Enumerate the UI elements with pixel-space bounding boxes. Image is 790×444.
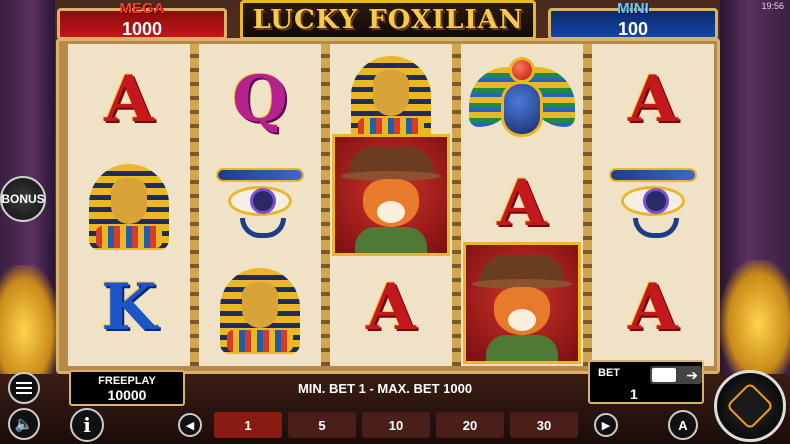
eye-of-horus-icon [210,164,310,244]
mega-jackpot: MEGA 1000 [57,1,227,40]
symbol-fox-wild [332,134,450,256]
symbol-a-glyph: A [497,166,547,241]
spin-button[interactable] [714,370,786,442]
gold-pile-right [720,260,790,375]
bet-label: BET [598,367,620,379]
autoplay-icon[interactable]: A [668,410,698,440]
eye-of-horus-icon [603,164,703,244]
reel-separator [452,44,461,366]
bonus-button[interactable]: BONUS [0,176,46,222]
game-logo: LUCKY FOXILIAN [240,0,536,40]
status-clock: 19:56 [761,1,784,11]
coin-option[interactable]: 5 [288,412,356,438]
reel-separator [583,44,592,366]
symbol-pharaoh [330,44,452,148]
mini-jackpot-value: 100 [617,19,649,39]
symbol-q: Q [199,48,321,152]
scarab-icon [467,55,577,145]
coin-option[interactable]: 10 [362,412,430,438]
toggle-knob [652,368,676,382]
pharaoh-icon [346,48,436,144]
bet-limits-text: MIN. BET 1 - MAX. BET 1000 [297,381,473,396]
fox-icon [341,143,441,253]
mega-jackpot-value: 1000 [121,19,163,39]
bet-panel: BET ➔ 1 [588,360,704,404]
symbol-eye-of-horus [199,152,321,256]
bet-toggle[interactable]: ➔ [650,366,702,384]
symbol-eye-of-horus [592,152,714,256]
bet-value: 1 [630,386,638,402]
info-icon[interactable]: i [70,408,104,442]
freeplay-display: FREEPLAY 10000 [69,370,185,406]
symbol-pharaoh [68,152,190,256]
fox-icon [472,251,572,361]
reel-separator [321,44,330,366]
symbol-pharaoh [199,256,321,360]
mini-jackpot-label: MINI [617,0,649,17]
coin-option[interactable]: 30 [510,412,578,438]
coin-selector: ◀ 1 5 10 20 30 ▶ [178,410,626,440]
pharaoh-icon [215,260,305,356]
symbol-a: A [68,48,190,152]
symbol-fox-wild [463,242,581,364]
coin-option[interactable]: 20 [436,412,504,438]
game-logo-text: LUCKY FOXILIAN [252,5,524,35]
symbol-a-glyph: A [104,62,154,137]
coin-option[interactable]: 1 [214,412,282,438]
symbol-k-glyph: K [101,270,157,345]
chevron-left-icon[interactable]: ◀ [178,413,202,437]
speaker-icon[interactable]: 🔈 [8,408,40,440]
mega-jackpot-label: MEGA [119,0,165,17]
menu-icon[interactable] [8,372,40,404]
symbol-scarab [461,48,583,152]
freeplay-value: 10000 [107,387,147,403]
symbol-a: A [330,256,452,360]
reel-separator [190,44,199,366]
symbol-a-glyph: A [628,62,678,137]
spin-icon [725,381,775,431]
symbol-a-glyph: A [366,270,416,345]
symbol-a: A [461,152,583,256]
freeplay-label: FREEPLAY [98,375,156,387]
symbol-k: K [68,256,190,360]
chevron-right-icon[interactable]: ▶ [594,413,618,437]
symbol-a: A [592,48,714,152]
symbol-a: A [592,256,714,360]
gold-pile-left [0,265,60,375]
mini-jackpot: MINI 100 [548,1,718,40]
arrow-right-icon: ➔ [686,367,698,383]
symbol-a-glyph: A [628,270,678,345]
symbol-q-glyph: Q [232,62,288,137]
pharaoh-icon [84,156,174,252]
